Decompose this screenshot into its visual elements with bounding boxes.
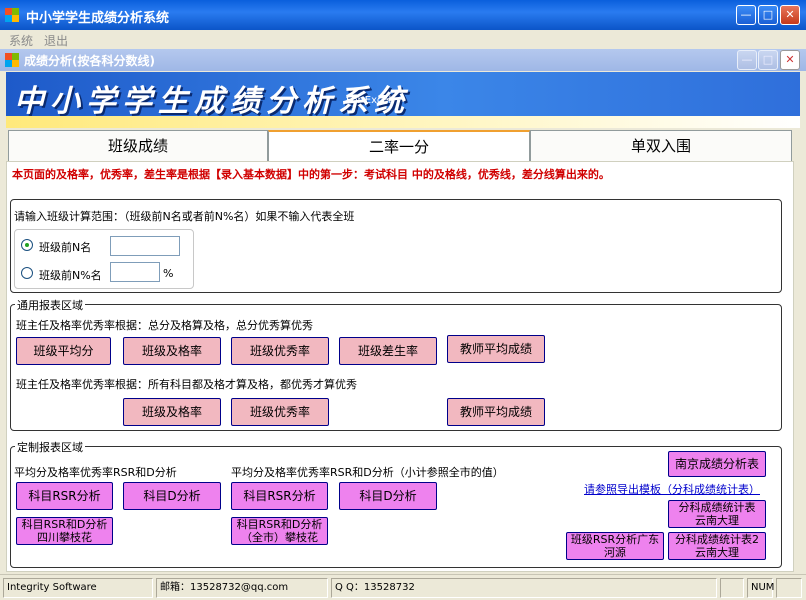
- status-num: NUM: [747, 578, 774, 598]
- app-titlebar: 中小学学生成绩分析系统 — □ ✕: [0, 0, 806, 30]
- city-subject-rsr-button[interactable]: 科目RSR分析: [231, 482, 328, 510]
- tab-class-scores[interactable]: 班级成绩: [8, 130, 268, 162]
- status-company: Integrity Software: [3, 578, 153, 598]
- child-icon: [5, 53, 19, 67]
- general-rule-1: 班主任及格率优秀率根据：总分及格算及格，总分优秀算优秀: [16, 319, 313, 332]
- range-prompt: 请输入班级计算范围：（班级前N名或者前N%名）如果不输入代表全班: [14, 210, 355, 223]
- custom-heading-1: 平均分及格率优秀率RSR和D分析: [14, 466, 177, 479]
- close-button[interactable]: ✕: [780, 5, 800, 25]
- city-button-line1: 科目RSR和D分析: [236, 518, 323, 531]
- status-qq: Q Q：13528732: [331, 578, 717, 598]
- banner-subtitle: For Excel: [346, 95, 392, 106]
- radio-selected-dot: [25, 243, 29, 247]
- top-percent-input[interactable]: [110, 262, 160, 282]
- banner: 中小学学生成绩分析系统 For Excel: [6, 72, 800, 128]
- status-bar: Integrity Software 邮箱：13528732@qq.com Q …: [0, 574, 806, 600]
- city-rsr-d-button[interactable]: 科目RSR和D分析 （全市）攀枝花: [231, 517, 328, 545]
- child-close-button[interactable]: ✕: [780, 50, 800, 70]
- child-titlebar: 成绩分析(按各科分数线) — □ ✕: [0, 49, 806, 71]
- tab-single-double[interactable]: 单双入围: [530, 130, 792, 162]
- class-poor-rate-button[interactable]: 班级差生率: [339, 337, 437, 365]
- child-title: 成绩分析(按各科分数线): [24, 54, 155, 68]
- radio-top-n[interactable]: [21, 239, 33, 251]
- radio-top-n-label: 班级前N名: [39, 241, 92, 254]
- general-legend: 通用报表区域: [15, 297, 85, 313]
- yunnan-button-line2: 云南大理: [695, 514, 739, 527]
- sichuan-button-line2: 四川攀枝花: [37, 531, 92, 544]
- class-pass-rate-button[interactable]: 班级及格率: [123, 337, 221, 365]
- city-button-line2: （全市）攀枝花: [241, 531, 318, 544]
- teacher-average-button[interactable]: 教师平均成绩: [447, 335, 545, 363]
- menu-system[interactable]: 系统: [9, 32, 33, 49]
- status-grip: [776, 578, 802, 598]
- yunnan-stats-button[interactable]: 分科成绩统计表 云南大理: [668, 500, 766, 528]
- top-n-input[interactable]: [110, 236, 180, 256]
- subject-rsr-button[interactable]: 科目RSR分析: [16, 482, 113, 510]
- yunnan-button-line1: 分科成绩统计表: [678, 501, 756, 514]
- status-empty: [720, 578, 744, 598]
- radio-top-percent[interactable]: [21, 267, 33, 279]
- subject-d-button[interactable]: 科目D分析: [123, 482, 221, 510]
- child-maximize-button[interactable]: □: [758, 50, 778, 70]
- status-email: 邮箱：13528732@qq.com: [156, 578, 328, 598]
- custom-heading-2: 平均分及格率优秀率RSR和D分析（小计参照全市的值）: [231, 466, 504, 479]
- all-pass-rate-button[interactable]: 班级及格率: [123, 398, 221, 426]
- yunnan2-button-line1: 分科成绩统计表2: [675, 533, 759, 546]
- class-average-button[interactable]: 班级平均分: [16, 337, 111, 365]
- menu-exit[interactable]: 退出: [44, 32, 68, 49]
- menu-bar: 系统 退出: [0, 30, 806, 49]
- general-rule-2: 班主任及格率优秀率根据：所有科目都及格才算及格，都优秀才算优秀: [16, 378, 357, 391]
- guangdong-button-line2: 河源: [604, 546, 626, 559]
- tab-two-rates-one-score[interactable]: 二率一分: [268, 130, 530, 162]
- minimize-button[interactable]: —: [736, 5, 756, 25]
- guangdong-rsr-button[interactable]: 班级RSR分析广东 河源: [566, 532, 664, 560]
- radio-top-percent-label: 班级前N%名: [39, 269, 102, 282]
- notice-text: 本页面的及格率，优秀率，差生率是根据【录入基本数据】中的第一步：考试科目 中的及…: [12, 168, 610, 181]
- class-excellent-rate-button[interactable]: 班级优秀率: [231, 337, 329, 365]
- custom-legend: 定制报表区域: [15, 439, 85, 455]
- all-teacher-average-button[interactable]: 教师平均成绩: [447, 398, 545, 426]
- banner-strip: [6, 116, 800, 128]
- template-link[interactable]: 请参照导出模板（分科成绩统计表）: [584, 481, 760, 497]
- app-icon: [5, 8, 19, 22]
- nanjing-report-button[interactable]: 南京成绩分析表: [668, 451, 766, 477]
- app-title: 中小学学生成绩分析系统: [26, 11, 170, 26]
- city-subject-d-button[interactable]: 科目D分析: [339, 482, 437, 510]
- sichuan-rsr-d-button[interactable]: 科目RSR和D分析 四川攀枝花: [16, 517, 113, 545]
- all-excellent-rate-button[interactable]: 班级优秀率: [231, 398, 329, 426]
- yunnan2-button-line2: 云南大理: [695, 546, 739, 559]
- yunnan-stats2-button[interactable]: 分科成绩统计表2 云南大理: [668, 532, 766, 560]
- percent-sign: %: [163, 267, 174, 280]
- child-minimize-button[interactable]: —: [737, 50, 757, 70]
- maximize-button[interactable]: □: [758, 5, 778, 25]
- sichuan-button-line1: 科目RSR和D分析: [21, 518, 108, 531]
- guangdong-button-line1: 班级RSR分析广东: [570, 533, 660, 546]
